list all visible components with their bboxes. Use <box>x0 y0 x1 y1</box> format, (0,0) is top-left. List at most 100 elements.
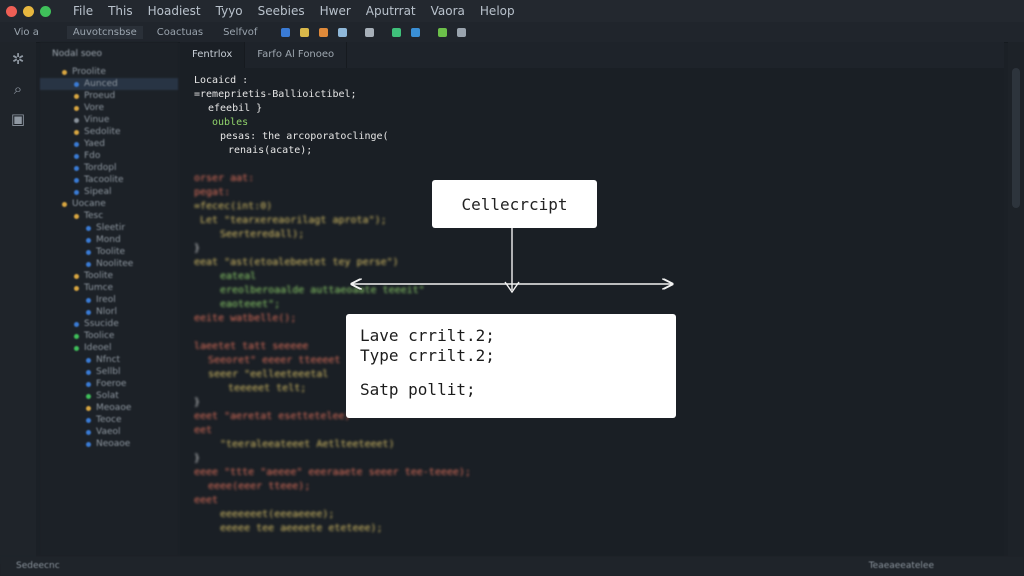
tree-item[interactable]: Proeud <box>40 90 178 102</box>
code-line: eeat "ast(etoalebeetet tey perse") <box>194 257 399 268</box>
extensions-icon[interactable]: ▣ <box>9 110 27 128</box>
toolbar: Vio a Auvotcnsbse Coactuas Selfvof <box>0 22 1024 43</box>
tree-item-label: Ssucide <box>84 319 119 329</box>
tree-item[interactable]: Sleetir <box>40 222 178 234</box>
minimize-window-icon[interactable] <box>23 5 34 17</box>
edit-icon[interactable] <box>438 27 448 37</box>
tree-item[interactable]: Tacoolite <box>40 174 178 186</box>
tree-item[interactable]: Toolite <box>40 270 178 282</box>
code-line: eaoteeet"; <box>220 299 281 310</box>
tree-item[interactable]: Toolice <box>40 330 178 342</box>
toolbar-button[interactable]: Selfvof <box>217 26 263 39</box>
code-area[interactable]: Locaicd : =remeprietis-Ballioictibel; ef… <box>180 68 1004 536</box>
toolbar-tool-icon[interactable] <box>319 27 329 37</box>
menu-item[interactable]: Seebies <box>258 4 305 18</box>
maximize-window-icon[interactable] <box>40 5 51 17</box>
tree-item[interactable]: Sipeal <box>40 186 178 198</box>
tree-item[interactable]: Yaed <box>40 138 178 150</box>
toolbar-tool-icon[interactable] <box>300 27 310 37</box>
tree-item-label: Teoce <box>96 415 122 425</box>
file-explorer: Nodal soeo Proolite Aunced Proeud Vore Vinue… <box>40 42 178 556</box>
tree-item-label: Sellbl <box>96 367 121 377</box>
tree-item-label: Neoaoe <box>96 439 131 449</box>
menu-item[interactable]: Helop <box>480 4 515 18</box>
tree-item[interactable]: Ssucide <box>40 318 178 330</box>
menu-item[interactable]: Hwer <box>320 4 351 18</box>
file-icon <box>74 189 79 195</box>
tree-item[interactable]: Neoaoe <box>40 438 178 450</box>
tree-item-label: Tordopl <box>84 163 117 173</box>
tree-item[interactable]: Solat <box>40 390 178 402</box>
tree-item[interactable]: Tumce <box>40 282 178 294</box>
tree-item-label: Noolitee <box>96 259 134 269</box>
tree-item[interactable]: Vore <box>40 102 178 114</box>
tree-item[interactable]: Vaeol <box>40 426 178 438</box>
menu-item[interactable]: Hoadiest <box>148 4 201 18</box>
callout-title-box: Cellecrcipt <box>432 180 597 228</box>
run-icon[interactable] <box>392 27 402 37</box>
tree-item-label: Proeud <box>84 91 116 101</box>
tree-item[interactable]: Foeroe <box>40 378 178 390</box>
file-icon <box>86 369 91 375</box>
tab-file[interactable]: Farfo Al Fonoeo <box>245 42 348 68</box>
toolbar-tool-icon[interactable] <box>338 27 348 37</box>
tree-item[interactable]: Nlorl <box>40 306 178 318</box>
menu-item[interactable]: Vaora <box>431 4 465 18</box>
status-bar: Sedeecnc Teaeaeeatelee <box>0 556 1024 576</box>
file-icon <box>74 81 79 87</box>
file-icon <box>86 297 91 303</box>
toolbar-tool-icon[interactable] <box>365 27 375 37</box>
tree-item[interactable]: Sellbl <box>40 366 178 378</box>
toolbar-tool-icon[interactable] <box>457 27 467 37</box>
menu-item[interactable]: Aputrrat <box>366 4 416 18</box>
scrollbar-thumb[interactable] <box>1012 68 1020 208</box>
tree-item[interactable]: Ideoel <box>40 342 178 354</box>
menu-item[interactable]: File <box>73 4 93 18</box>
tree-item[interactable]: Nfnct <box>40 354 178 366</box>
tree-item-label: Toolite <box>84 271 114 281</box>
code-line: eeee(eeer tteee); <box>208 481 311 492</box>
file-icon <box>86 237 91 243</box>
code-line: pegat: <box>194 187 231 198</box>
tree-item[interactable]: Tordopl <box>40 162 178 174</box>
vertical-scrollbar[interactable] <box>1008 42 1024 556</box>
toolbar-button[interactable]: Auvotcnsbse <box>66 25 143 39</box>
menu-bar: File This Hoadiest Tyyo Seebies Hwer Apu… <box>0 0 1024 22</box>
tree-item[interactable]: Tesc <box>40 210 178 222</box>
tree-item[interactable]: Proolite <box>40 66 178 78</box>
tree-item[interactable]: Noolitee <box>40 258 178 270</box>
code-line: } <box>194 243 201 254</box>
code-line: } <box>194 453 201 464</box>
debug-icon[interactable] <box>411 27 421 37</box>
tree-item[interactable]: Mond <box>40 234 178 246</box>
tree-item-label: Ideoel <box>84 343 112 353</box>
search-icon[interactable]: ⌕ <box>9 80 27 98</box>
tree-item[interactable]: Teoce <box>40 414 178 426</box>
tree-item[interactable]: Aunced <box>40 78 178 90</box>
tree-item[interactable]: Uocane <box>40 198 178 210</box>
tree-item-label: Nfnct <box>96 355 121 365</box>
explorer-icon[interactable]: ✲ <box>9 50 27 68</box>
tree-item-label: Yaed <box>84 139 106 149</box>
close-window-icon[interactable] <box>6 5 17 17</box>
file-icon <box>86 393 91 399</box>
file-icon <box>74 273 79 279</box>
tree-item[interactable]: Sedolite <box>40 126 178 138</box>
callout-line: Lave crrilt.2; <box>360 326 495 345</box>
tree-item[interactable]: Fdo <box>40 150 178 162</box>
toolbar-button[interactable]: Coactuas <box>151 26 209 39</box>
menu-item[interactable]: This <box>108 4 133 18</box>
toolbar-tool-icon[interactable] <box>281 27 291 37</box>
activity-bar: ✲ ⌕ ▣ <box>0 42 36 564</box>
tree-item[interactable]: Meoaoe <box>40 402 178 414</box>
code-line: =remeprietis-Ballioictibel; <box>194 89 357 100</box>
tree-item[interactable]: Vinue <box>40 114 178 126</box>
menu-item[interactable]: Tyyo <box>216 4 243 18</box>
code-line: efeebil } <box>208 103 263 114</box>
tree-item[interactable]: Ireol <box>40 294 178 306</box>
tab-file[interactable]: Fentrlox <box>180 42 246 68</box>
tree-item-label: Ireol <box>96 295 116 305</box>
tree-item[interactable]: Toolite <box>40 246 178 258</box>
tree-item-label: Vaeol <box>96 427 121 437</box>
code-line: eeeeeeet(eeeaeeee); <box>220 509 335 520</box>
